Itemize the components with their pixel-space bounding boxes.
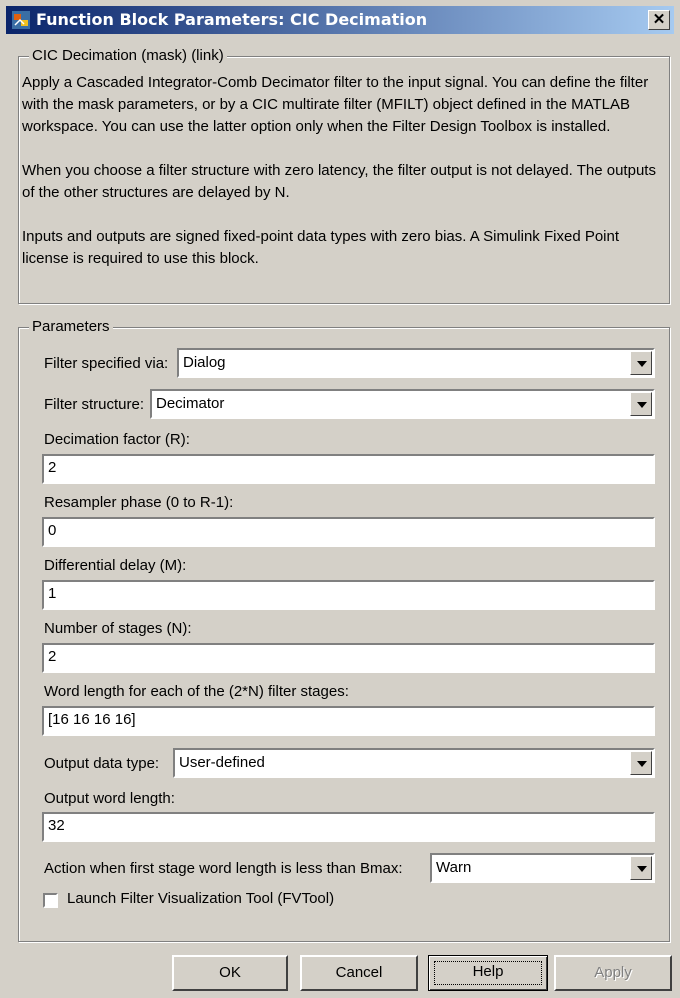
output-data-type-label: Output data type: xyxy=(44,755,160,772)
focus-ring xyxy=(434,961,542,985)
word-length-stages-input[interactable]: [16 16 16 16] xyxy=(42,706,655,736)
action-first-stage-select[interactable]: Warn xyxy=(430,853,655,883)
resampler-phase-label: Resampler phase (0 to R-1): xyxy=(44,494,234,511)
launch-fvtool-label[interactable]: Launch Filter Visualization Tool (FVTool… xyxy=(67,890,334,907)
filter-structure-value: Decimator xyxy=(156,395,225,412)
differential-delay-input[interactable]: 1 xyxy=(42,580,655,610)
chevron-down-icon[interactable] xyxy=(630,751,652,775)
output-data-type-value: User-defined xyxy=(179,754,265,771)
output-data-type-select[interactable]: User-defined xyxy=(173,748,655,778)
launch-fvtool-checkbox[interactable] xyxy=(43,893,58,908)
word-length-stages-label: Word length for each of the (2*N) filter… xyxy=(44,683,349,700)
ok-button-label: OK xyxy=(219,964,241,981)
description-legend: CIC Decimation (mask) (link) xyxy=(29,47,227,64)
ok-button[interactable]: OK xyxy=(172,955,288,991)
action-first-stage-value: Warn xyxy=(436,859,472,876)
dialog-window: Function Block Parameters: CIC Decimatio… xyxy=(0,0,680,998)
filter-specified-via-select[interactable]: Dialog xyxy=(177,348,655,378)
description-paragraph: Inputs and outputs are signed fixed-poin… xyxy=(22,228,620,267)
resampler-phase-input[interactable]: 0 xyxy=(42,517,655,547)
filter-structure-label: Filter structure: xyxy=(44,396,145,413)
chevron-down-icon[interactable] xyxy=(630,392,652,416)
filter-specified-via-label: Filter specified via: xyxy=(44,355,169,372)
decimation-factor-label: Decimation factor (R): xyxy=(44,431,190,448)
window-title: Function Block Parameters: CIC Decimatio… xyxy=(36,10,428,29)
chevron-down-icon[interactable] xyxy=(630,351,652,375)
output-word-length-label: Output word length: xyxy=(44,790,175,807)
title-bar[interactable]: Function Block Parameters: CIC Decimatio… xyxy=(6,6,674,34)
decimation-factor-input[interactable]: 2 xyxy=(42,454,655,484)
number-of-stages-input[interactable]: 2 xyxy=(42,643,655,673)
number-of-stages-label: Number of stages (N): xyxy=(44,620,192,637)
filter-structure-select[interactable]: Decimator xyxy=(150,389,655,419)
output-word-length-input[interactable]: 32 xyxy=(42,812,655,842)
chevron-down-icon[interactable] xyxy=(630,856,652,880)
apply-button-label: Apply xyxy=(594,964,632,981)
cancel-button[interactable]: Cancel xyxy=(300,955,418,991)
action-first-stage-label: Action when first stage word length is l… xyxy=(44,860,403,877)
help-button[interactable]: Help xyxy=(428,955,548,991)
cancel-button-label: Cancel xyxy=(335,964,383,981)
description-paragraph: Apply a Cascaded Integrator-Comb Decimat… xyxy=(22,74,649,135)
differential-delay-label: Differential delay (M): xyxy=(44,557,187,574)
block-parameters-icon xyxy=(12,11,30,29)
parameters-legend: Parameters xyxy=(29,318,113,335)
apply-button: Apply xyxy=(554,955,672,991)
description-paragraph: When you choose a filter structure with … xyxy=(22,162,656,201)
filter-specified-via-value: Dialog xyxy=(183,354,226,371)
close-icon[interactable]: ✕ xyxy=(648,10,670,30)
